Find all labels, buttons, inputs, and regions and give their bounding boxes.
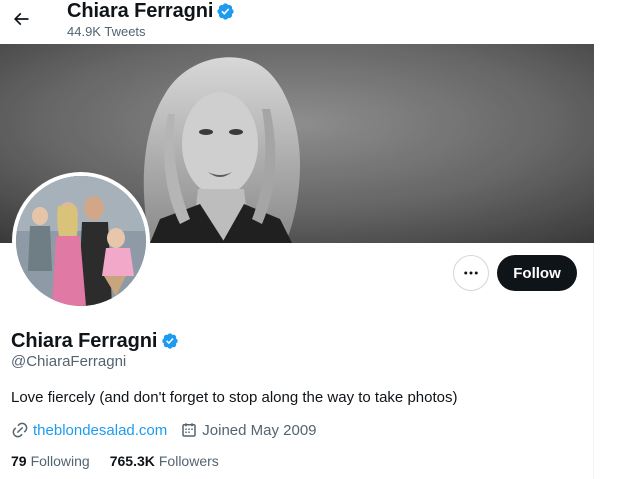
- followers-count: 765.3K: [109, 453, 155, 469]
- profile-meta: theblondesalad.com Joined May 2009: [11, 421, 330, 439]
- following-link[interactable]: 79 Following: [11, 453, 90, 469]
- website-link[interactable]: theblondesalad.com: [33, 422, 167, 439]
- website-item: theblondesalad.com: [11, 421, 167, 439]
- followers-label: Followers: [158, 453, 219, 469]
- verified-badge-icon[interactable]: [161, 332, 179, 350]
- profile-handle: @ChiaraFerragni: [11, 353, 127, 370]
- following-label: Following: [30, 453, 90, 469]
- profile-name-row: Chiara Ferragni: [11, 329, 179, 353]
- joined-item: Joined May 2009: [180, 421, 317, 439]
- follow-button[interactable]: Follow: [497, 255, 577, 291]
- profile-header: Chiara Ferragni 44.9K Tweets: [0, 0, 594, 44]
- joined-date: Joined May 2009: [202, 421, 317, 439]
- avatar[interactable]: [12, 172, 150, 310]
- verified-badge-icon: [216, 2, 235, 21]
- tweets-count: 44.9K Tweets: [67, 24, 146, 39]
- back-button[interactable]: [4, 2, 38, 36]
- profile-column: Chiara Ferragni 44.9K Tweets Follow Chia…: [0, 0, 594, 479]
- calendar-icon: [180, 421, 202, 439]
- profile-name: Chiara Ferragni: [11, 330, 158, 352]
- avatar-image: [16, 176, 146, 306]
- more-horizontal-icon: [462, 264, 480, 282]
- profile-stats: 79 Following 765.3K Followers: [11, 453, 239, 469]
- arrow-left-icon: [11, 9, 31, 29]
- header-name-row: Chiara Ferragni: [67, 0, 235, 22]
- profile-bio: Love fiercely (and don't forget to stop …: [11, 389, 458, 406]
- following-count: 79: [11, 453, 27, 469]
- followers-link[interactable]: 765.3K Followers: [110, 453, 219, 469]
- header-name: Chiara Ferragni: [67, 0, 214, 22]
- right-gutter: [595, 0, 624, 479]
- more-button[interactable]: [453, 255, 489, 291]
- link-icon: [11, 421, 33, 439]
